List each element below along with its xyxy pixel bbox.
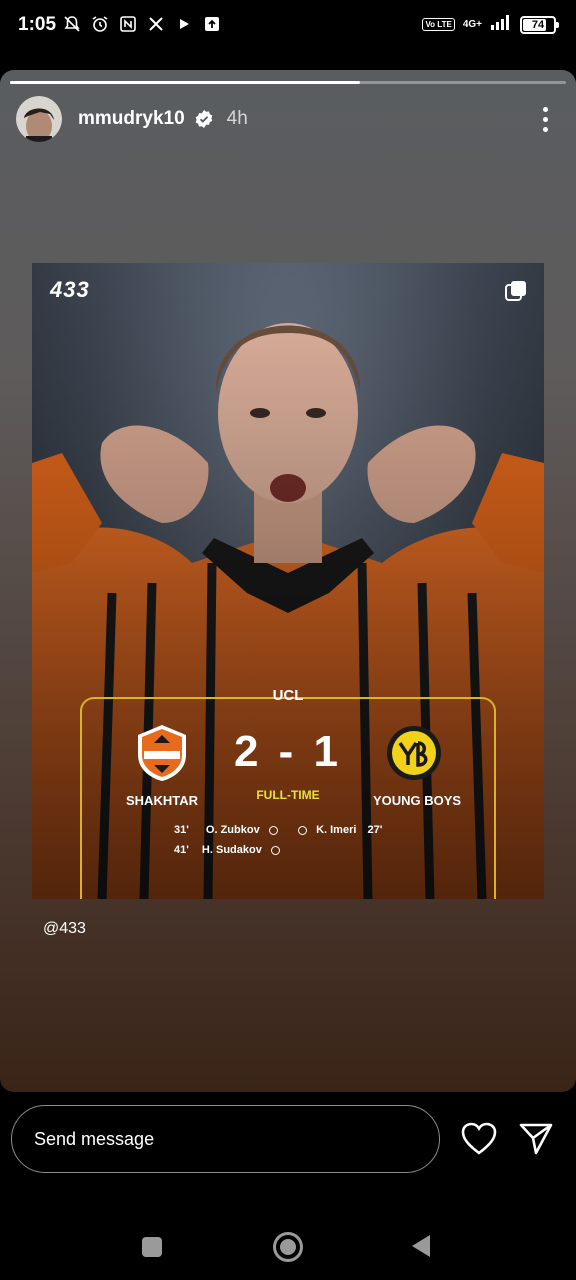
away-scorer-row: K. Imeri 27' — [298, 824, 382, 836]
goal-ball-icon — [268, 825, 278, 835]
recent-apps-button[interactable] — [142, 1237, 162, 1257]
send-message-input[interactable]: Send message — [11, 1105, 440, 1173]
verified-badge-icon — [195, 110, 213, 128]
battery-icon: 74 — [520, 15, 559, 34]
system-navigation-bar — [0, 1202, 576, 1280]
post-brand-logo: 433 — [50, 277, 90, 302]
alarm-icon — [90, 14, 110, 34]
status-bar: 1:05 Vo LTE 4G+ 74 — [0, 0, 576, 54]
play-icon — [174, 14, 194, 34]
goal-ball-icon — [270, 845, 280, 855]
battery-level: 74 — [531, 18, 545, 31]
home-button[interactable] — [273, 1232, 303, 1262]
story-timestamp: 4h — [226, 108, 248, 129]
carousel-icon — [504, 279, 528, 303]
signal-icon — [490, 14, 512, 35]
status-notification-icons — [62, 14, 222, 34]
reply-bar: Send message — [0, 1092, 576, 1202]
story-username[interactable]: mmudryk10 — [78, 108, 185, 130]
upload-icon — [202, 14, 222, 34]
match-status: FULL-TIME — [256, 788, 320, 802]
scorer-name: H. Sudakov — [201, 844, 262, 856]
notifications-off-icon — [62, 14, 82, 34]
status-system-icons: Vo LTE 4G+ 74 — [422, 14, 559, 35]
shared-post[interactable]: 433 UCL SHAKHTAR YOUNG BOYS 2 - 1 FULL-T… — [32, 263, 544, 899]
home-scorer-row: 41' H. Sudakov — [174, 844, 280, 856]
network-type: 4G+ — [462, 18, 482, 30]
story-progress-fill — [10, 81, 361, 84]
x-app-icon — [146, 14, 166, 34]
scorer-name: O. Zubkov — [205, 824, 260, 836]
goal-minute: 27' — [367, 824, 383, 836]
scorer-name: K. Imeri — [316, 824, 357, 836]
avatar[interactable] — [16, 96, 62, 142]
home-scorer-row: 31' O. Zubkov — [174, 824, 278, 836]
volte-badge: Vo LTE — [422, 18, 455, 31]
back-button[interactable] — [412, 1235, 430, 1257]
match-score: 2 - 1 — [233, 727, 343, 776]
status-time: 1:05 — [18, 14, 57, 35]
goal-ball-icon — [298, 825, 307, 835]
story-viewer[interactable]: mmudryk10 4h 433 UCL SHAKHTAR YOUNG BOYS… — [0, 70, 576, 1092]
more-options-icon[interactable] — [530, 101, 560, 137]
heart-icon[interactable] — [461, 1122, 497, 1156]
goal-minute: 41' — [174, 844, 189, 856]
story-mention-sticker[interactable]: @433 — [43, 920, 86, 938]
story-header: mmudryk10 4h — [16, 96, 560, 142]
story-progress-bar — [10, 81, 566, 84]
send-icon[interactable] — [518, 1120, 554, 1156]
competition-label: UCL — [272, 687, 304, 704]
goal-minute: 31' — [174, 824, 189, 836]
nfc-icon — [118, 14, 138, 34]
